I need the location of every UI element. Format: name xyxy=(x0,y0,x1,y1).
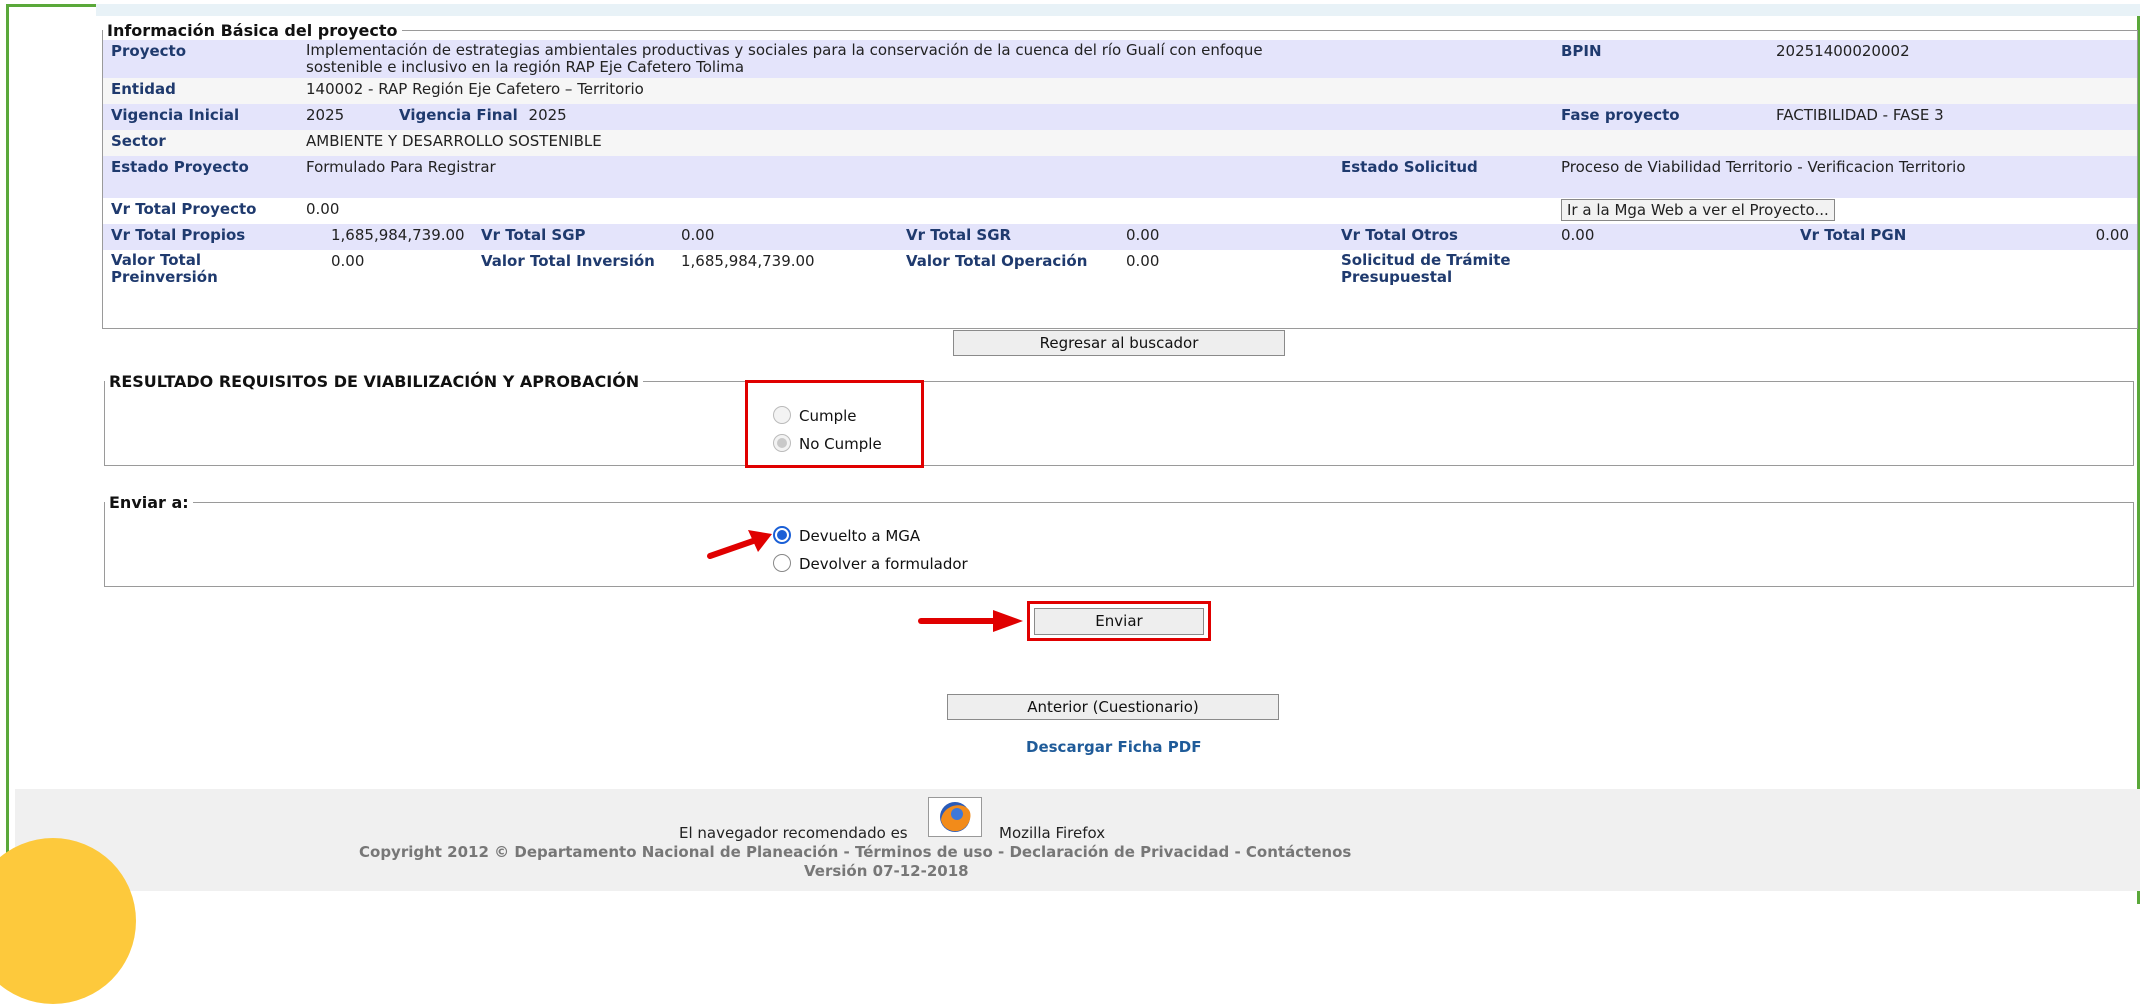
project-info-legend: Información Básica del proyecto xyxy=(107,21,398,40)
valor-inversion-value: 1,685,984,739.00 xyxy=(673,250,898,288)
mga-button-cell: Ir a la Mga Web a ver el Proyecto... xyxy=(1553,198,2137,224)
bpin-label: BPIN xyxy=(1553,40,1768,78)
enviar-a-panel: Enviar a: xyxy=(104,493,2134,587)
no-cumple-radio[interactable] xyxy=(773,434,791,452)
browser-recommend-text: El navegador recomendado es xyxy=(679,824,908,842)
privacidad-link[interactable]: Declaración de Privacidad xyxy=(1009,843,1229,861)
browser-name-text: Mozilla Firefox xyxy=(999,824,1106,842)
valor-preinversion-value: 0.00 xyxy=(298,250,473,288)
project-info-table: Proyecto Implementación de estrategias a… xyxy=(103,40,2137,288)
vigencia-cell: 2025 Vigencia Final 2025 xyxy=(298,104,1553,130)
fase-label: Fase proyecto xyxy=(1553,104,1768,130)
footer-links: Copyright 2012 © Departamento Nacional d… xyxy=(359,843,1352,861)
firefox-icon[interactable] xyxy=(928,797,982,837)
estado-proyecto-label: Estado Proyecto xyxy=(103,156,298,198)
arrow-to-devuelto-icon xyxy=(707,530,772,559)
contactenos-link[interactable]: Contáctenos xyxy=(1246,843,1351,861)
valor-inversion-label: Valor Total Inversión xyxy=(473,250,673,288)
project-info-panel: Información Básica del proyecto Proyecto… xyxy=(102,21,2138,329)
no-cumple-label: No Cumple xyxy=(799,435,882,453)
resultado-panel: RESULTADO REQUISITOS DE VIABILIZACIÓN Y … xyxy=(104,372,2134,466)
copyright-text: Copyright 2012 © Departamento Nacional d… xyxy=(359,843,839,861)
vigencia-inicial-value: 2025 xyxy=(306,106,345,124)
row-vr-total-proyecto: Vr Total Proyecto 0.00 Ir a la Mga Web a… xyxy=(103,198,2137,224)
vr-pgn-cell: Vr Total PGN 0.00 xyxy=(1768,224,2137,250)
entidad-label: Entidad xyxy=(103,78,298,104)
vr-propios-value: 1,685,984,739.00 xyxy=(298,224,473,250)
row-estado: Estado Proyecto Formulado Para Registrar… xyxy=(103,156,2137,198)
vr-sgp-label: Vr Total SGP xyxy=(473,224,673,250)
anterior-cuestionario-button[interactable]: Anterior (Cuestionario) xyxy=(947,694,1279,720)
solicitud-tramite-label: Solicitud de Trámite Presupuestal xyxy=(1333,250,1553,288)
vigencia-final-label: Vigencia Final xyxy=(398,106,518,124)
vigencia-inicial-label: Vigencia Inicial xyxy=(103,104,298,130)
row-vr-totales: Vr Total Propios 1,685,984,739.00 Vr Tot… xyxy=(103,224,2137,250)
devolver-formulador-label: Devolver a formulador xyxy=(799,555,968,573)
cumple-label: Cumple xyxy=(799,407,857,425)
estado-solicitud-value: Proceso de Viabilidad Territorio - Verif… xyxy=(1553,156,2137,198)
valor-preinversion-label: Valor Total Preinversión xyxy=(103,250,298,288)
version-text: Versión 07-12-2018 xyxy=(804,862,969,880)
vigencia-final-value: 2025 xyxy=(528,106,567,124)
row-entidad: Entidad 140002 - RAP Región Eje Cafetero… xyxy=(103,78,2137,104)
proyecto-label: Proyecto xyxy=(103,40,298,78)
enviar-a-legend: Enviar a: xyxy=(109,493,189,512)
sector-label: Sector xyxy=(103,130,298,156)
regresar-buscador-button[interactable]: Regresar al buscador xyxy=(953,330,1285,356)
vr-propios-label: Vr Total Propios xyxy=(103,224,298,250)
enviar-button[interactable]: Enviar xyxy=(1034,608,1204,635)
top-strip xyxy=(96,4,2140,16)
row-sector: Sector AMBIENTE Y DESARROLLO SOSTENIBLE xyxy=(103,130,2137,156)
sector-value: AMBIENTE Y DESARROLLO SOSTENIBLE xyxy=(298,130,2137,156)
proyecto-value: Implementación de estrategias ambientale… xyxy=(298,40,1553,78)
fase-value: FACTIBILIDAD - FASE 3 xyxy=(1768,104,2137,130)
arrow-to-enviar-icon xyxy=(918,610,1023,632)
valor-operacion-value: 0.00 xyxy=(1118,250,1333,288)
vr-sgr-value: 0.00 xyxy=(1118,224,1333,250)
vr-pgn-label: Vr Total PGN xyxy=(1800,226,1907,244)
vr-total-proyecto-value: 0.00 xyxy=(298,198,1333,224)
resultado-legend: RESULTADO REQUISITOS DE VIABILIZACIÓN Y … xyxy=(109,372,640,391)
estado-proyecto-value: Formulado Para Registrar xyxy=(298,156,1333,198)
cumple-radio[interactable] xyxy=(773,406,791,424)
entidad-value: 140002 - RAP Región Eje Cafetero – Terri… xyxy=(298,78,2137,104)
mga-web-button[interactable]: Ir a la Mga Web a ver el Proyecto... xyxy=(1561,199,1835,221)
valor-operacion-label: Valor Total Operación xyxy=(898,250,1118,288)
devuelto-mga-label: Devuelto a MGA xyxy=(799,527,921,545)
row-proyecto: Proyecto Implementación de estrategias a… xyxy=(103,40,2137,78)
vr-total-proyecto-label: Vr Total Proyecto xyxy=(103,198,298,224)
row-valores: Valor Total Preinversión 0.00 Valor Tota… xyxy=(103,250,2137,288)
row-vigencia: Vigencia Inicial 2025 Vigencia Final 202… xyxy=(103,104,2137,130)
estado-solicitud-label: Estado Solicitud xyxy=(1333,156,1553,198)
descargar-ficha-link[interactable]: Descargar Ficha PDF xyxy=(1026,738,1201,756)
vr-otros-value: 0.00 xyxy=(1553,224,1768,250)
vr-sgp-value: 0.00 xyxy=(673,224,898,250)
vr-otros-label: Vr Total Otros xyxy=(1333,224,1553,250)
bpin-value: 20251400020002 xyxy=(1768,40,2137,78)
vr-sgr-label: Vr Total SGR xyxy=(898,224,1118,250)
terminos-link[interactable]: Términos de uso xyxy=(855,843,993,861)
vr-pgn-value: 0.00 xyxy=(2095,226,2129,244)
